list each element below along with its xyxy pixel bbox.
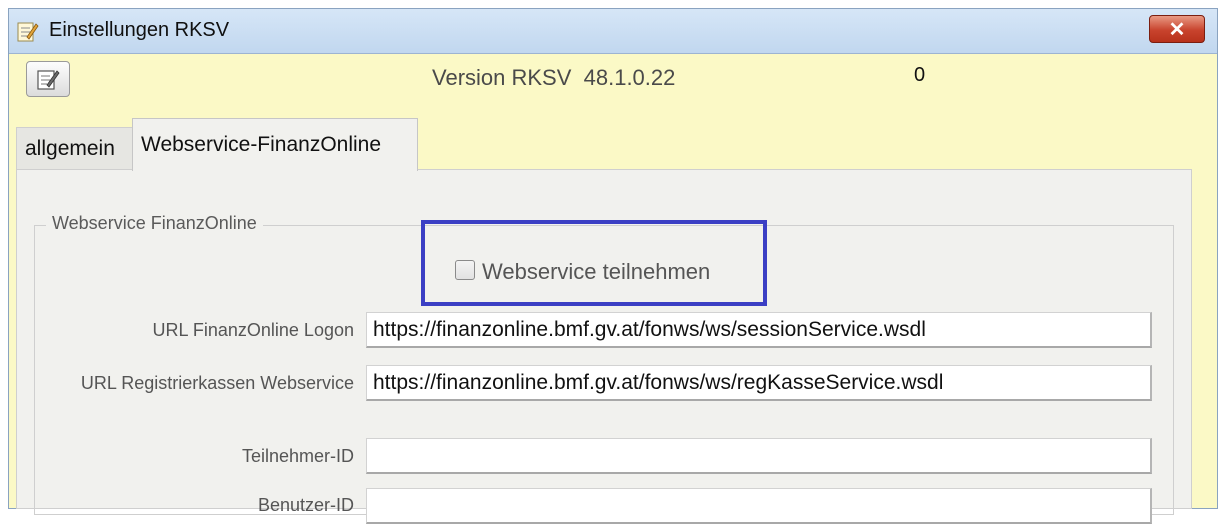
webservice-participate-checkbox[interactable] (455, 260, 475, 280)
tab-webservice-finanzonline[interactable]: Webservice-FinanzOnline (132, 118, 418, 171)
counter-value: 0 (914, 64, 926, 86)
window-title: Einstellungen RKSV (49, 19, 230, 41)
url-logon-input[interactable] (366, 312, 1152, 348)
benutzer-id-label: Benutzer-ID (257, 495, 354, 515)
edit-button[interactable] (26, 61, 70, 97)
edit-note-icon (37, 70, 60, 90)
url-logon-label: URL FinanzOnline Logon (152, 320, 354, 340)
url-webservice-input[interactable] (366, 365, 1152, 401)
version-label: Version RKSV 48.1.0.22 (432, 65, 676, 90)
teilnehmer-id-input[interactable] (366, 438, 1152, 474)
notepad-edit-icon (17, 22, 39, 42)
close-icon: ✕ (1168, 18, 1186, 41)
title-bar: Einstellungen RKSV ✕ (9, 9, 1217, 54)
tab-label: Webservice-FinanzOnline (141, 133, 382, 156)
url-webservice-label: URL Registrierkassen Webservice (80, 373, 354, 393)
teilnehmer-id-label: Teilnehmer-ID (241, 446, 354, 466)
webservice-participate-label: Webservice teilnehmen (482, 259, 711, 284)
benutzer-id-input[interactable] (366, 488, 1152, 524)
close-button[interactable]: ✕ (1149, 15, 1205, 43)
tab-label: allgemein (25, 136, 115, 160)
tab-allgemein[interactable]: allgemein (16, 127, 134, 169)
groupbox-legend: Webservice FinanzOnline (46, 213, 263, 234)
